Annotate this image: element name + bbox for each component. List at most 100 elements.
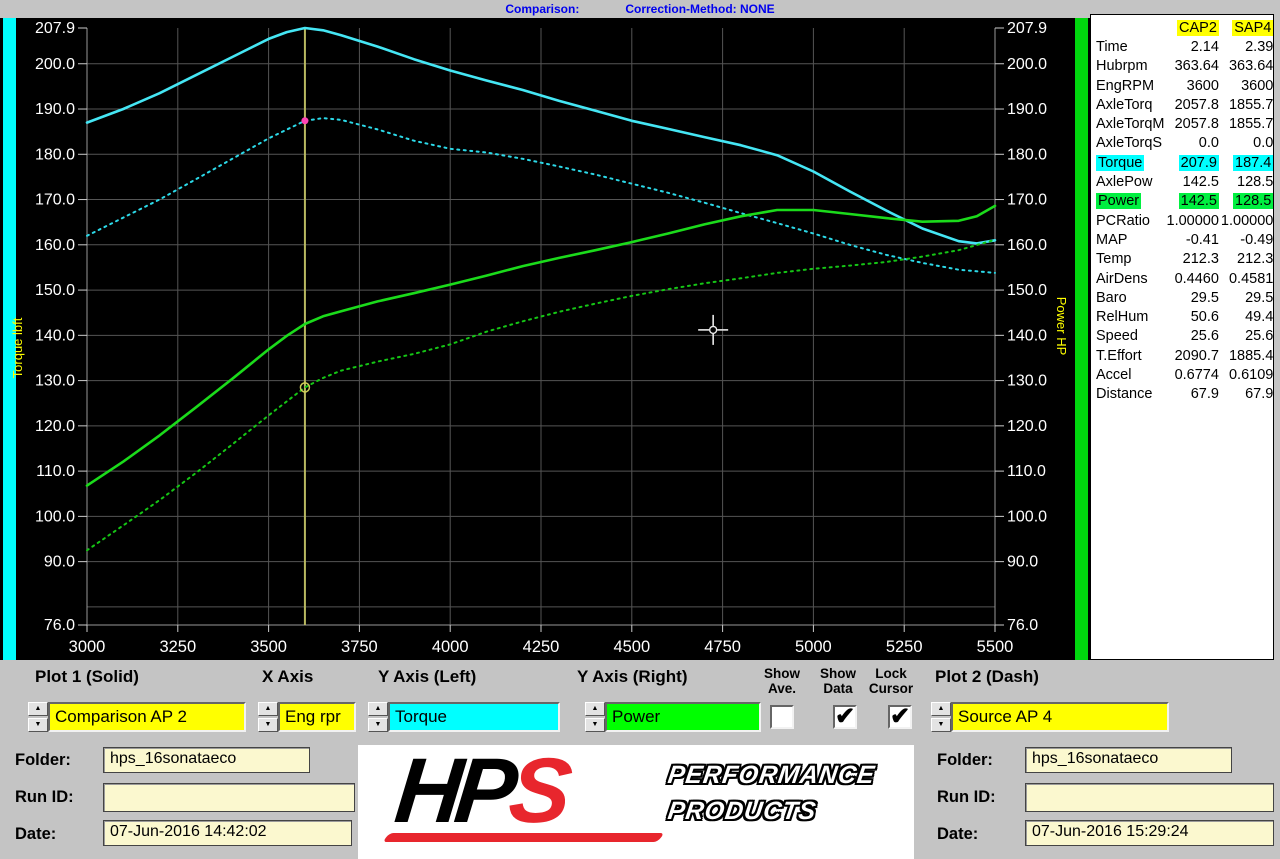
folder-field-left[interactable]: hps_16sonataeco xyxy=(103,747,310,773)
table-cell: AxleTorq xyxy=(1095,95,1166,114)
table-cell: 212.3 xyxy=(1166,250,1220,269)
plot2-value[interactable]: Source AP 4 xyxy=(951,702,1169,732)
table-cell: 1855.7 xyxy=(1220,114,1274,133)
table-cell: Power xyxy=(1095,192,1166,211)
runid-label-right: Run ID: xyxy=(937,788,996,807)
yaxis-right-spinner[interactable]: ▲▼ xyxy=(585,702,605,732)
show-ave-label: ShowAve. xyxy=(756,666,808,696)
folder-field-right[interactable]: hps_16sonataeco xyxy=(1025,747,1232,773)
y-right-tick-label: 160.0 xyxy=(1007,237,1047,254)
table-cell: Time xyxy=(1095,37,1166,56)
y-left-tick-label: 110.0 xyxy=(36,463,75,480)
channel-column-header xyxy=(1095,18,1166,37)
table-cell: 3600 xyxy=(1220,76,1274,95)
plot1-spinner[interactable]: ▲▼ xyxy=(28,702,48,732)
x-tick-label: 5000 xyxy=(795,638,832,656)
xaxis-value[interactable]: Eng rpr xyxy=(278,702,356,732)
y-left-tick-label: 170.0 xyxy=(35,192,75,209)
x-tick-label: 4250 xyxy=(523,638,560,656)
y-right-tick-label: 100.0 xyxy=(1007,508,1047,525)
table-cell: 0.6774 xyxy=(1166,365,1220,384)
spin-up-icon: ▲ xyxy=(931,702,951,716)
spin-up-icon: ▲ xyxy=(368,702,388,716)
table-cell: Baro xyxy=(1095,288,1166,307)
y-left-tick-label: 140.0 xyxy=(35,327,75,344)
table-cell: 0.6109 xyxy=(1220,365,1274,384)
table-cell: AxlePow xyxy=(1095,172,1166,191)
table-cell: 49.4 xyxy=(1220,307,1274,326)
xaxis-spinner[interactable]: ▲▼ xyxy=(258,702,278,732)
mouse-crosshair-icon xyxy=(710,326,717,333)
table-cell: 128.5 xyxy=(1220,192,1274,211)
table-row: AxlePow142.5128.5 xyxy=(1095,172,1274,191)
table-cell: Temp xyxy=(1095,250,1166,269)
table-cell: 2057.8 xyxy=(1166,114,1220,133)
show-ave-checkbox[interactable] xyxy=(770,705,794,729)
logo-text-performance: PERFORMANCE xyxy=(666,761,877,790)
yaxis-right-value[interactable]: Power xyxy=(605,702,761,732)
y-left-tick-label: 150.0 xyxy=(35,282,75,299)
table-row: AxleTorqS0.00.0 xyxy=(1095,134,1274,153)
folder-label-left: Folder: xyxy=(15,751,71,770)
hps-logo-swoosh xyxy=(382,833,664,842)
table-cell: PCRatio xyxy=(1095,211,1166,230)
yaxis-left-value[interactable]: Torque xyxy=(388,702,560,732)
y-right-tick-label: 207.9 xyxy=(1007,20,1047,37)
yaxis-left-label: Y Axis (Left) xyxy=(378,667,476,687)
table-cell: 2.39 xyxy=(1220,37,1274,56)
yaxis-left-spinner[interactable]: ▲▼ xyxy=(368,702,388,732)
right-axis-title: Power HP xyxy=(1054,297,1069,356)
plot1-value[interactable]: Comparison AP 2 xyxy=(48,702,246,732)
correction-method-label: Correction-Method: NONE xyxy=(625,2,774,16)
table-row: AirDens0.44600.4581 xyxy=(1095,269,1274,288)
y-left-tick-label: 90.0 xyxy=(44,554,75,571)
y-right-tick-label: 200.0 xyxy=(1007,56,1047,73)
table-row: EngRPM36003600 xyxy=(1095,76,1274,95)
x-tick-label: 4750 xyxy=(704,638,741,656)
table-cell: 50.6 xyxy=(1166,307,1220,326)
table-cell: 0.4581 xyxy=(1220,269,1274,288)
table-cell: 25.6 xyxy=(1166,327,1220,346)
y-left-tick-label: 100.0 xyxy=(35,508,75,525)
table-cell: Accel xyxy=(1095,365,1166,384)
table-cell: -0.41 xyxy=(1166,230,1220,249)
runid-field-right[interactable] xyxy=(1025,783,1274,812)
table-cell: 1885.4 xyxy=(1220,346,1274,365)
date-label-left: Date: xyxy=(15,825,56,844)
table-header-row: CAP2 SAP4 xyxy=(1095,18,1274,37)
date-field-left[interactable]: 07-Jun-2016 14:42:02 xyxy=(103,820,352,846)
table-cell: Distance xyxy=(1095,385,1166,404)
show-data-label: ShowData xyxy=(814,666,862,696)
table-row: Hubrpm363.64363.64 xyxy=(1095,57,1274,76)
lock-cursor-label: LockCursor xyxy=(860,666,922,696)
title-bar: Comparison: Correction-Method: NONE xyxy=(0,0,1280,18)
table-cell: 142.5 xyxy=(1166,172,1220,191)
table-cell: MAP xyxy=(1095,230,1166,249)
table-row: Temp212.3212.3 xyxy=(1095,250,1274,269)
show-data-checkbox[interactable]: ✔ xyxy=(833,705,857,729)
dyno-chart-area[interactable]: 207.9207.9200.0200.0190.0190.0180.0180.0… xyxy=(0,18,1090,660)
table-cell: 142.5 xyxy=(1166,192,1220,211)
spin-down-icon: ▼ xyxy=(258,718,278,732)
chart-plot[interactable]: 207.9207.9200.0200.0190.0190.0180.0180.0… xyxy=(0,18,1090,660)
spin-up-icon: ▲ xyxy=(28,702,48,716)
date-field-right[interactable]: 07-Jun-2016 15:29:24 xyxy=(1025,820,1274,846)
table-cell: RelHum xyxy=(1095,307,1166,326)
y-right-tick-label: 190.0 xyxy=(1007,101,1047,118)
xaxis-label: X Axis xyxy=(262,667,313,687)
table-row: MAP-0.41-0.49 xyxy=(1095,230,1274,249)
channel-table: CAP2 SAP4 Time2.142.39Hubrpm363.64363.64… xyxy=(1095,18,1274,404)
plot2-label: Plot 2 (Dash) xyxy=(935,667,1039,687)
table-row: Power142.5128.5 xyxy=(1095,192,1274,211)
logo-text-products: PRODUCTS xyxy=(666,797,818,826)
table-row: AxleTorqM2057.81855.7 xyxy=(1095,114,1274,133)
runid-field-left[interactable] xyxy=(103,783,355,812)
table-cell: 25.6 xyxy=(1220,327,1274,346)
table-cell: AirDens xyxy=(1095,269,1166,288)
table-cell: 29.5 xyxy=(1220,288,1274,307)
cursor-marker-dot xyxy=(301,117,308,124)
plot2-spinner[interactable]: ▲▼ xyxy=(931,702,951,732)
lock-cursor-checkbox[interactable]: ✔ xyxy=(888,705,912,729)
x-tick-label: 3250 xyxy=(159,638,196,656)
table-row: PCRatio1.000001.00000 xyxy=(1095,211,1274,230)
